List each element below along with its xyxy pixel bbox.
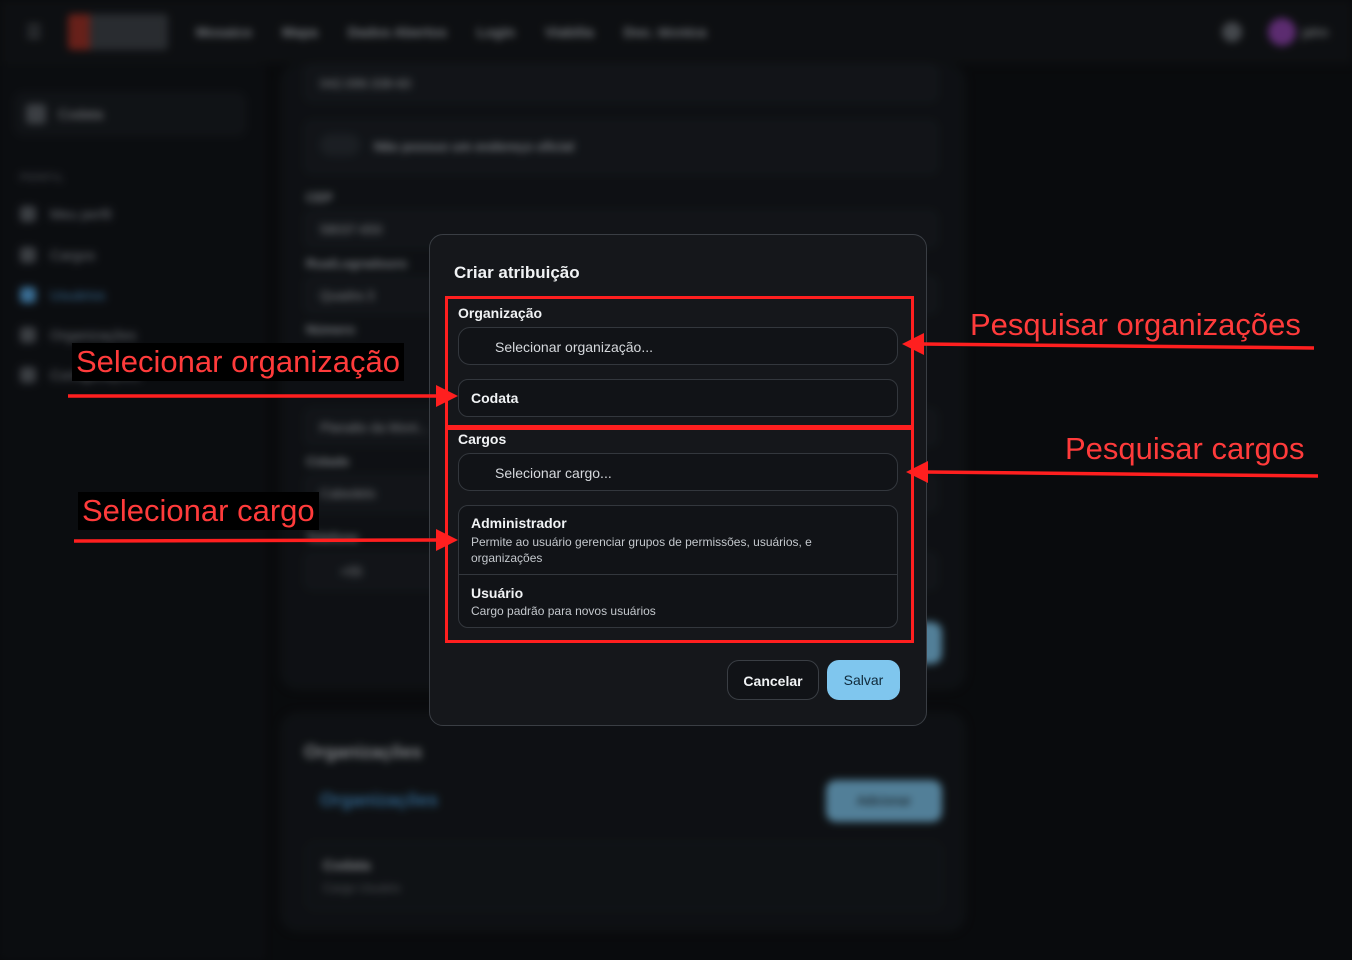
arrow-search-roles	[925, 470, 1319, 478]
arrow-select-role	[73, 538, 441, 543]
arrow-head	[906, 461, 928, 483]
arrow-head	[436, 385, 458, 407]
annotation-arrows	[68, 333, 1319, 551]
arrow-search-organizations	[921, 342, 1315, 350]
arrow-head	[436, 529, 458, 551]
arrow-head	[902, 333, 924, 355]
